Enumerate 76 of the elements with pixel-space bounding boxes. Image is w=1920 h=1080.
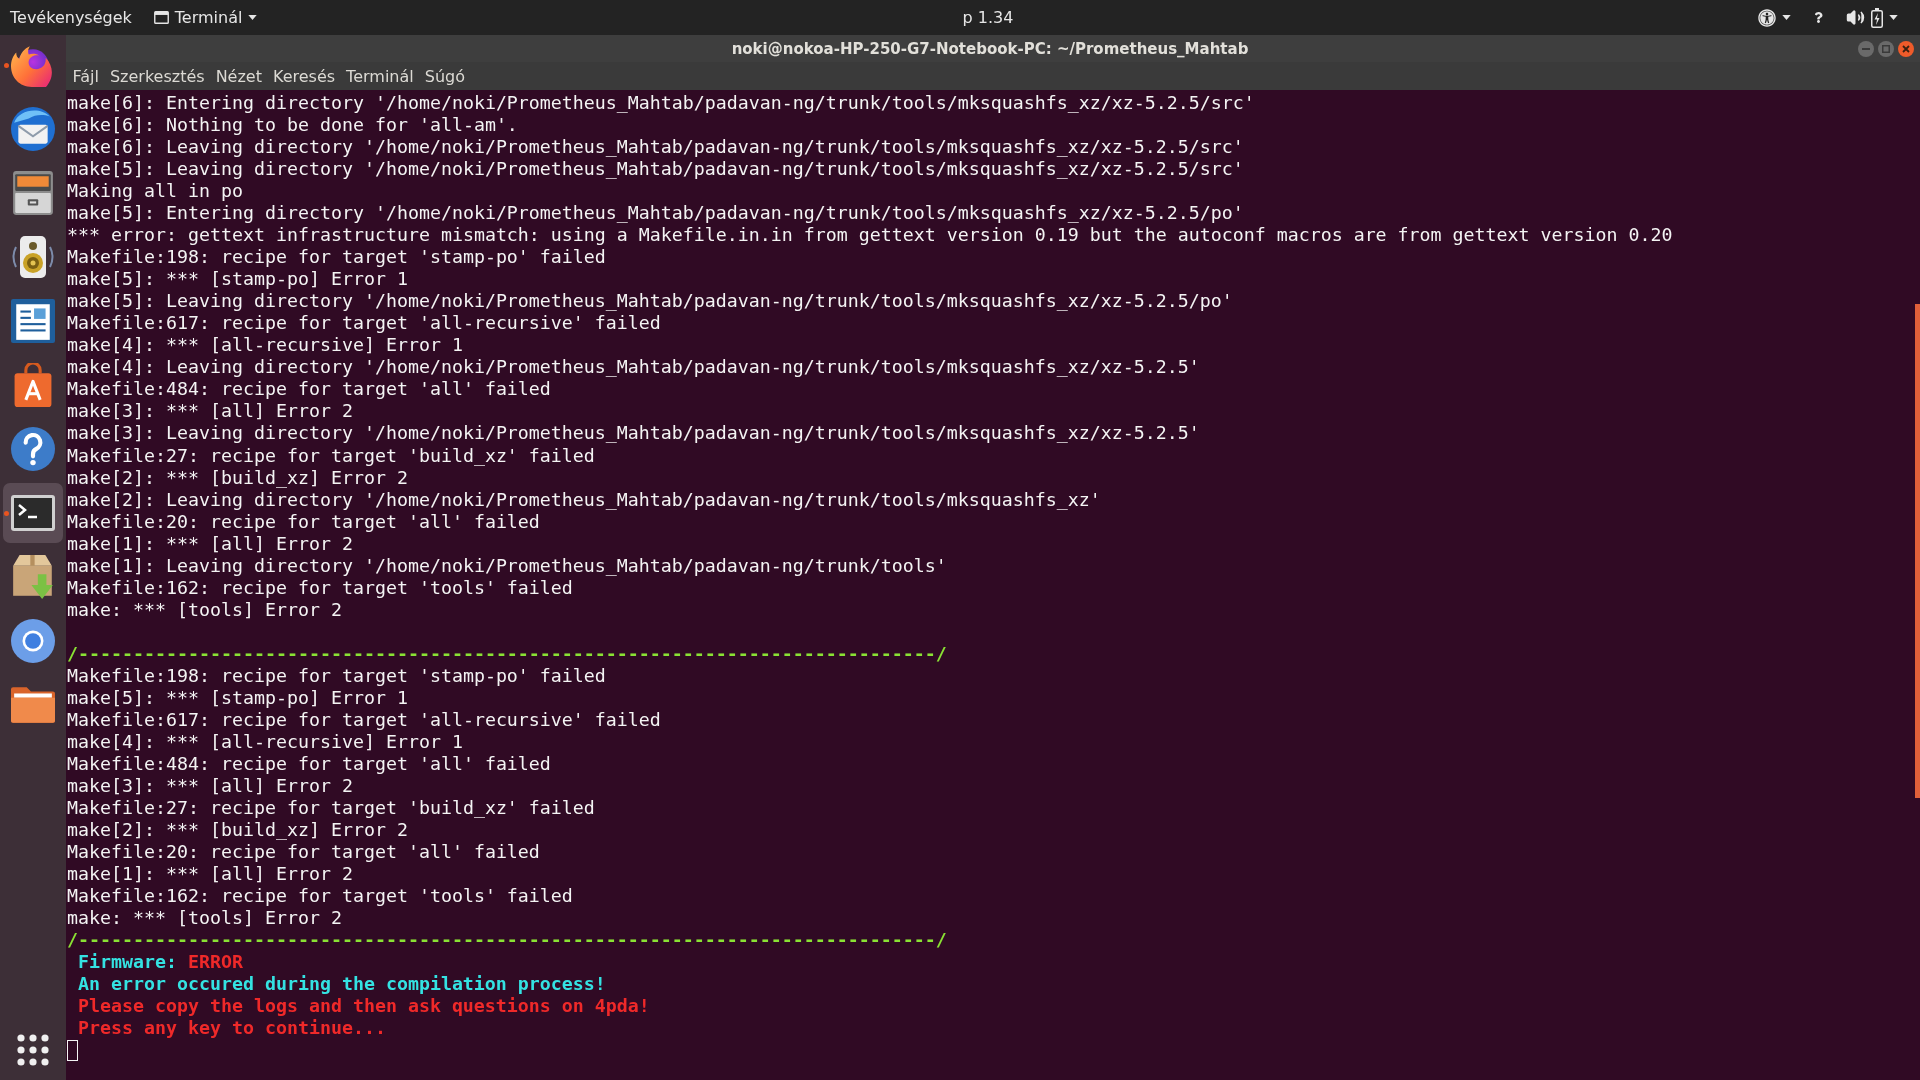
menu-item[interactable]: Keresés xyxy=(267,64,341,88)
dock-item[interactable] xyxy=(3,483,63,543)
terminal-line: make[5]: *** [stamp-po] Error 1 xyxy=(67,268,408,291)
terminal-line: make[3]: Leaving directory '/home/noki/Prometheus_Mahtab/padavan-ng/trunk/tools/mksquashfs_xz/xz-5.2.5' xyxy=(67,422,1200,445)
document-icon xyxy=(11,299,55,343)
app-grid-icon xyxy=(17,1034,49,1066)
mail-icon xyxy=(11,107,55,151)
terminal-line: Makefile:617: recipe for target 'all-recursive' failed xyxy=(67,312,661,335)
status-line: Firmware: ERROR xyxy=(78,951,243,974)
terminal-line: make: *** [tools] Error 2 xyxy=(67,907,342,930)
activities-button[interactable]: Tevékenységek xyxy=(2,4,140,31)
terminal-line: make[4]: Leaving directory '/home/noki/Prometheus_Mahtab/padavan-ng/trunk/tools/mksquashfs_xz/xz-5.2.5' xyxy=(67,356,1200,379)
app-menu-button[interactable]: Terminál xyxy=(145,4,266,31)
terminal-line: make[3]: *** [all] Error 2 xyxy=(67,774,353,797)
info-message: An error occured during the compilation process! xyxy=(78,973,606,996)
terminal-line: make[2]: *** [build_xz] Error 2 xyxy=(67,819,408,842)
terminal-line: make: *** [tools] Error 2 xyxy=(67,598,342,621)
terminal-line: make[5]: Leaving directory '/home/noki/Prometheus_Mahtab/padavan-ng/trunk/tools/mksquashfs_xz/xz-5.2.5/src' xyxy=(67,158,1244,181)
question-icon[interactable] xyxy=(1813,12,1824,23)
terminal-line: Makefile:27: recipe for target 'build_xz' failed xyxy=(67,444,595,467)
close-button[interactable] xyxy=(1898,40,1914,57)
terminal-line: make[2]: Leaving directory '/home/noki/Prometheus_Mahtab/padavan-ng/trunk/tools/mksquashfs_xz' xyxy=(67,488,1101,511)
terminal-line: make[4]: *** [all-recursive] Error 1 xyxy=(67,334,463,357)
terminal-line: Makefile:20: recipe for target 'all' failed xyxy=(67,841,540,864)
caret-icon xyxy=(248,15,258,20)
terminal-line: Makefile:162: recipe for target 'tools' failed xyxy=(67,576,573,599)
error-message: Please copy the logs and then ask questions on 4pda! xyxy=(78,995,650,1018)
clock-button[interactable]: p 1.34 xyxy=(954,4,1022,31)
menu-item[interactable]: Fájl xyxy=(67,64,105,88)
terminal-line: make[5]: *** [stamp-po] Error 1 xyxy=(67,686,408,709)
speaker-icon xyxy=(11,235,55,279)
accessibility-icon xyxy=(1758,8,1776,27)
terminal-line: Makefile:484: recipe for target 'all' failed xyxy=(67,378,551,401)
terminal-line: make[3]: *** [all] Error 2 xyxy=(67,400,353,423)
terminal-line: make[5]: Entering directory '/home/noki/Prometheus_Mahtab/padavan-ng/trunk/tools/mksquashfs_xz/xz-5.2.5/po' xyxy=(67,202,1244,225)
battery-icon xyxy=(1871,7,1883,28)
window-icon xyxy=(153,11,169,24)
terminal-line: Makefile:198: recipe for target 'stamp-po' failed xyxy=(67,246,606,269)
ring-icon xyxy=(11,619,55,663)
terminal-line: Makefile:484: recipe for target 'all' failed xyxy=(67,752,551,775)
globe-flame-icon xyxy=(11,43,55,87)
terminal-line: make[6]: Leaving directory '/home/noki/Prometheus_Mahtab/padavan-ng/trunk/tools/mksquashfs_xz/xz-5.2.5/src' xyxy=(67,136,1244,159)
divider-text: /------------------------------------------------------------------------------/ xyxy=(67,642,947,665)
terminal-line: make[5]: Leaving directory '/home/noki/Prometheus_Mahtab/padavan-ng/trunk/tools/mksquashfs_xz/xz-5.2.5/po' xyxy=(67,290,1233,313)
error-message: Press any key to continue... xyxy=(78,1017,386,1040)
terminal-line: Makefile:617: recipe for target 'all-recursive' failed xyxy=(67,708,661,731)
menu-item[interactable]: Szerkesztés xyxy=(104,64,211,88)
terminal-line: Makefile:27: recipe for target 'build_xz' failed xyxy=(67,797,595,820)
terminal-line: make[6]: Entering directory '/home/noki/Prometheus_Mahtab/padavan-ng/trunk/tools/mksquashfs_xz/xz-5.2.5/src' xyxy=(67,92,1255,115)
help-icon xyxy=(11,427,55,471)
terminal-line: make[4]: *** [all-recursive] Error 1 xyxy=(67,730,463,753)
menu-item[interactable]: Nézet xyxy=(210,64,268,88)
terminal-line: make[2]: *** [build_xz] Error 2 xyxy=(67,466,408,489)
terminal-line: make[1]: *** [all] Error 2 xyxy=(67,532,353,555)
divider-text: /------------------------------------------------------------------------------/ xyxy=(67,929,947,952)
terminal-line: *** error: gettext infrastructure mismatch: using a Makefile.in.in from gettext version 0.19 but the autoconf macros are from gettext version 0.20 xyxy=(67,224,1673,247)
cursor-icon xyxy=(67,1039,78,1061)
volume-icon xyxy=(1846,8,1865,27)
package-download-icon xyxy=(11,555,55,599)
menu-item[interactable]: Súgó xyxy=(419,64,471,88)
scrollbar-thumb[interactable] xyxy=(1915,304,1920,798)
maximize-icon xyxy=(1882,44,1890,53)
file-cabinet-icon xyxy=(11,171,55,215)
close-icon xyxy=(1902,44,1910,53)
terminal-line: make[1]: Leaving directory '/home/noki/Prometheus_Mahtab/padavan-ng/trunk/tools' xyxy=(67,554,947,577)
caret-icon xyxy=(1889,15,1898,20)
terminal-line: make[1]: *** [all] Error 2 xyxy=(67,863,353,886)
menu-item[interactable]: Terminál xyxy=(340,64,420,88)
window-title: noki@nokoa-HP-250-G7-Notebook-PC: ~/Prometheus_Mahtab xyxy=(731,39,1249,58)
minimize-icon xyxy=(1862,47,1870,50)
terminal-line: Makefile:162: recipe for target 'tools' failed xyxy=(67,885,573,908)
terminal-line: make[6]: Nothing to be done for 'all-am'. xyxy=(67,114,518,137)
terminal-line: Making all in po xyxy=(67,180,243,203)
terminal-line: Makefile:198: recipe for target 'stamp-po' failed xyxy=(67,664,606,687)
terminal-line: Makefile:20: recipe for target 'all' failed xyxy=(67,510,540,533)
caret-icon xyxy=(1782,15,1791,20)
